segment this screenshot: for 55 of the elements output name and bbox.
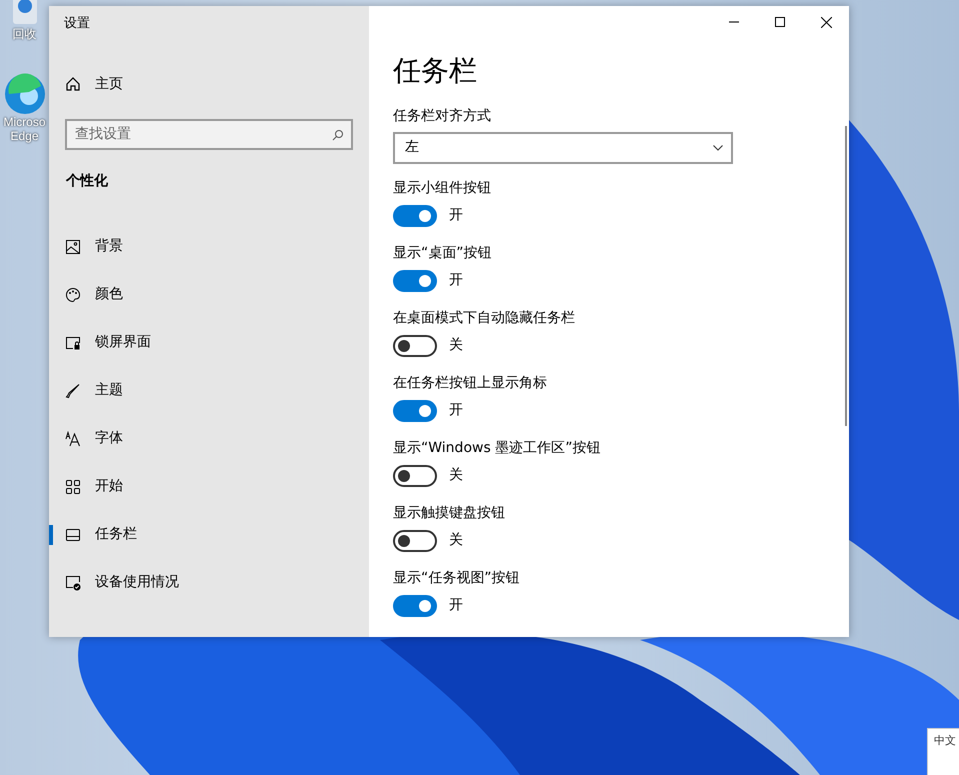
toggle-state: 关 bbox=[449, 531, 463, 550]
setting-label: 任务栏对齐方式 bbox=[393, 106, 491, 126]
search-field[interactable]: 查找设置 bbox=[65, 118, 353, 150]
toggle-switch[interactable] bbox=[393, 270, 437, 292]
nav-item[interactable]: 主题 bbox=[49, 366, 369, 414]
setting-label: 在任务栏按钮上显示角标 bbox=[393, 374, 547, 393]
toggle-state: 关 bbox=[449, 336, 463, 356]
toggle-state: 开 bbox=[449, 401, 463, 420]
toggle-switch[interactable] bbox=[393, 530, 437, 552]
setting-label: 显示触摸键盘按钮 bbox=[393, 504, 505, 523]
scrollbar[interactable] bbox=[845, 126, 847, 426]
palette-icon bbox=[65, 286, 81, 302]
nav-item[interactable]: 任务栏 bbox=[49, 510, 369, 558]
home-icon bbox=[65, 76, 81, 92]
nav-item[interactable]: 开始 bbox=[49, 462, 369, 510]
nav-item[interactable]: 字体 bbox=[49, 414, 369, 462]
nav-item[interactable]: 背景 bbox=[49, 222, 369, 270]
search-icon bbox=[332, 128, 344, 140]
toggle-state: 关 bbox=[449, 466, 463, 486]
setting-label: 显示“任务视图”按钮 bbox=[393, 568, 520, 588]
nav-item[interactable]: 颜色 bbox=[49, 270, 369, 318]
setting-label: 显示“Windows 墨迹工作区”按钮 bbox=[393, 438, 600, 458]
chevron-down-icon bbox=[713, 144, 723, 151]
grid-icon bbox=[65, 478, 81, 494]
section-heading: 个性化 bbox=[66, 172, 108, 190]
brush-icon bbox=[65, 382, 81, 398]
device-usage-icon bbox=[65, 574, 81, 590]
toggle-switch[interactable] bbox=[393, 464, 437, 487]
maximize-icon bbox=[775, 17, 785, 27]
toggle-switch[interactable] bbox=[393, 204, 437, 227]
toggle-state: 开 bbox=[449, 206, 463, 226]
close-icon bbox=[820, 16, 832, 28]
nav-item[interactable]: 锁屏界面 bbox=[49, 318, 369, 366]
icon-label: Edge bbox=[10, 130, 39, 144]
page-title: 任务栏 bbox=[393, 54, 477, 88]
font-icon bbox=[65, 430, 81, 446]
lock-screen-icon bbox=[65, 334, 81, 350]
alignment-dropdown[interactable]: 左 bbox=[393, 132, 733, 164]
browser-icon bbox=[2, 72, 46, 116]
taskbar-icon bbox=[65, 526, 81, 542]
nav-item[interactable]: 设备使用情况 bbox=[49, 558, 369, 606]
toggle-switch[interactable] bbox=[393, 334, 437, 357]
toggle-switch[interactable] bbox=[393, 594, 437, 617]
toggle-state: 开 bbox=[449, 271, 463, 290]
toggle-state: 开 bbox=[449, 596, 463, 616]
window-title: 设置 bbox=[64, 15, 90, 33]
setting-label: 显示“桌面”按钮 bbox=[393, 244, 492, 263]
icon-label: Microso bbox=[3, 116, 46, 130]
icon-label: 回收 bbox=[12, 28, 36, 42]
image-icon bbox=[65, 238, 81, 254]
setting-label: 显示小组件按钮 bbox=[393, 178, 491, 198]
popup-text: 中文 bbox=[934, 734, 956, 747]
home-link[interactable]: 主页 bbox=[65, 72, 127, 96]
toggle-switch[interactable] bbox=[393, 400, 437, 422]
setting-label: 在桌面模式下自动隐藏任务栏 bbox=[393, 308, 575, 328]
